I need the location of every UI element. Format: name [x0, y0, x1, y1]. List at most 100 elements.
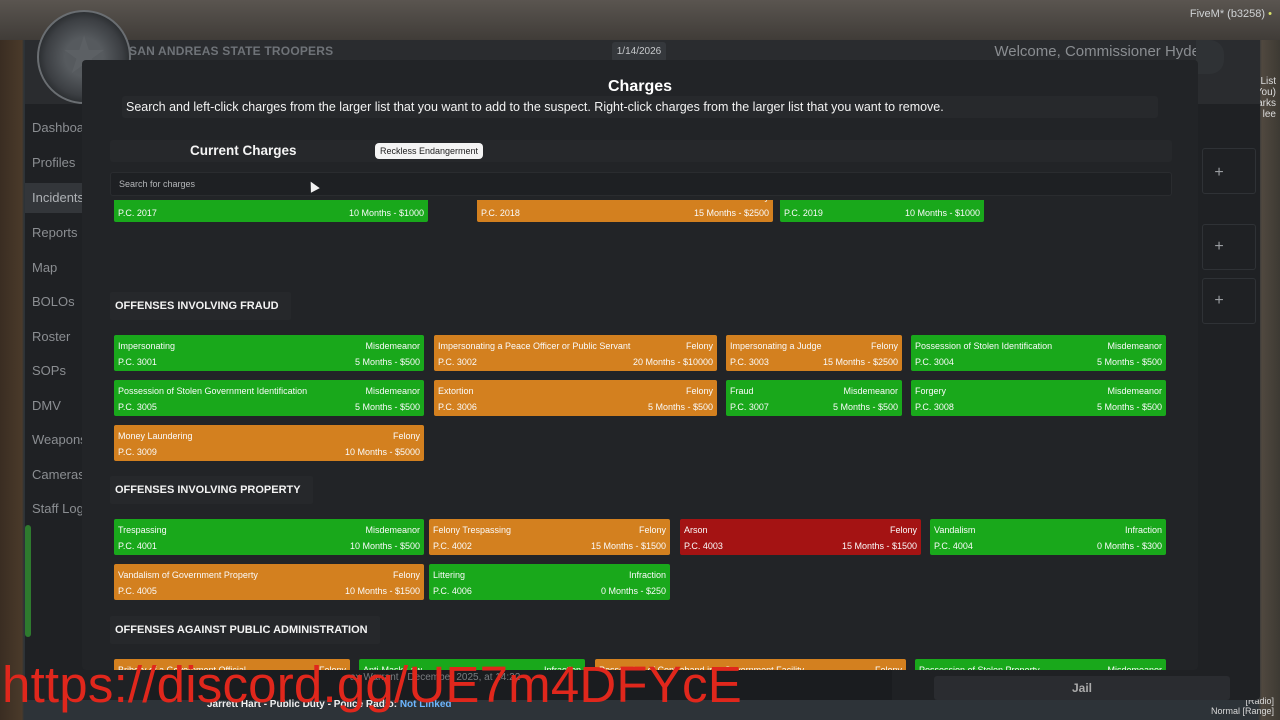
charge-card-bottom-row: P.C. 4006 0 Months - $250	[433, 583, 666, 599]
charge-card-top-row: Fraud Misdemeanor	[730, 383, 898, 399]
charge-code: P.C. 3006	[438, 402, 477, 412]
charge-penalty: 10 Months - $500	[349, 541, 420, 551]
charge-card-p-c-2017[interactable]: MisdemeanorP.C. 201710 Months - $1000	[114, 200, 428, 222]
charge-card-forgery[interactable]: Forgery Misdemeanor P.C. 3008 5 Months - $5…	[911, 380, 1166, 416]
charge-code: P.C. 4002	[433, 541, 472, 551]
charge-class: Felony	[638, 525, 666, 535]
charge-penalty: 0 Months - $300	[1096, 541, 1162, 551]
charges-list[interactable]: Misdemeanor P.C. 2017 10 Months - $1000 Fel…	[110, 200, 1172, 670]
charge-card-top-row: Littering Infraction	[433, 567, 666, 583]
sidebar-item-incidents[interactable]: Incidents	[25, 183, 83, 213]
sidebar-item-sops[interactable]: SOPs	[25, 356, 83, 386]
current-charges-label: Current Charges	[190, 143, 297, 158]
add-plus-button[interactable]: +	[1212, 165, 1226, 181]
sidebar-item-bolos[interactable]: BOLOs	[25, 287, 83, 317]
sidebar-item-roster[interactable]: Roster	[25, 322, 83, 352]
charge-penalty: 5 Months - $500	[1096, 402, 1162, 412]
sidebar-item-dashboard[interactable]: Dashboard	[25, 113, 83, 143]
charge-card-vandalism[interactable]: Vandalism Infraction P.C. 4004 0 Months - $…	[930, 519, 1166, 555]
charge-code: P.C. 4004	[934, 541, 973, 551]
charge-penalty: 5 Months - $500	[1096, 357, 1162, 367]
profile-pill-button[interactable]	[1196, 40, 1224, 74]
sidebar-item-weapons[interactable]: Weapons	[25, 425, 83, 455]
sidebar-item-map[interactable]: Map	[25, 253, 83, 283]
modal-instructions: Search and left-click charges from the l…	[122, 96, 1158, 118]
charge-name: Money Laundering	[118, 431, 193, 441]
charge-class: Felony	[392, 570, 420, 580]
charge-card-impersonating[interactable]: Impersonating Misdemeanor P.C. 3001 5 Month…	[114, 335, 424, 371]
charge-penalty: 10 Months - $1500	[344, 586, 420, 596]
charge-card-p-c-2018[interactable]: FelonyP.C. 201815 Months - $2500	[477, 200, 773, 222]
charge-name: Littering	[433, 570, 466, 580]
charge-card-extortion[interactable]: Extortion Felony P.C. 3006 5 Months - $500	[434, 380, 717, 416]
charge-search-input[interactable]	[110, 172, 1172, 196]
status-dot-icon: •	[1268, 8, 1272, 20]
charge-card-bottom-row: P.C. 3004 5 Months - $500	[915, 354, 1162, 370]
charge-class: Felony	[685, 386, 713, 396]
charge-name: Possession of Stolen Identification	[915, 341, 1053, 351]
charge-code: P.C. 3003	[730, 357, 769, 367]
right-panel-card	[1202, 148, 1256, 194]
charge-card-bottom-row: P.C. 3009 10 Months - $5000	[118, 444, 420, 460]
charge-card-impersonating-a-peace-officer-or-public-servant[interactable]: Impersonating a Peace Officer or Public …	[434, 335, 717, 371]
welcome-message: Welcome, Commissioner Hyde	[994, 43, 1200, 60]
charge-card-vandalism-of-government-property[interactable]: Vandalism of Government Property Felony P.…	[114, 564, 424, 600]
charge-card-top-row: Impersonating Misdemeanor	[118, 338, 420, 354]
charge-penalty: 5 Months - $500	[832, 402, 898, 412]
charge-penalty: 5 Months - $500	[647, 402, 713, 412]
charge-card-top-row: Possession of Stolen Identification Misde…	[915, 338, 1162, 354]
sidebar-item-reports[interactable]: Reports	[25, 218, 83, 248]
charge-card-fraud[interactable]: Fraud Misdemeanor P.C. 3007 5 Months - $500	[726, 380, 902, 416]
charge-card-bottom-row: P.C. 3001 5 Months - $500	[118, 354, 420, 370]
charge-name: Extortion	[438, 386, 474, 396]
charge-card-felony-trespassing[interactable]: Felony Trespassing Felony P.C. 4002 15 Mont…	[429, 519, 670, 555]
charge-card-money-laundering[interactable]: Money Laundering Felony P.C. 3009 10 Months…	[114, 425, 424, 461]
charge-card-arson[interactable]: Arson Felony P.C. 4003 15 Months - $1500	[680, 519, 921, 555]
modal-title: Charges	[607, 78, 673, 95]
charges-modal: Charges Search and left-click charges fr…	[82, 60, 1198, 670]
charge-class: Misdemeanor	[843, 386, 898, 396]
sidebar-item-dmv[interactable]: DMV	[25, 391, 83, 421]
add-plus-button[interactable]: +	[1212, 239, 1226, 255]
jail-button[interactable]: Jail	[934, 676, 1230, 700]
charge-class: Misdemeanor	[1107, 386, 1162, 396]
charge-penalty: 15 Months - $1500	[590, 541, 666, 551]
charge-code: P.C. 4001	[118, 541, 157, 551]
charge-card-possession-of-stolen-identification[interactable]: Possession of Stolen Identification Misde…	[911, 335, 1166, 371]
charge-card-littering[interactable]: Littering Infraction P.C. 4006 0 Months - $…	[429, 564, 670, 600]
charge-class: Misdemeanor	[1107, 665, 1162, 670]
voice-line: Normal [Range]	[1210, 706, 1274, 716]
charge-penalty: 20 Months - $10000	[632, 357, 713, 367]
charge-card-top-row: Extortion Felony	[438, 383, 713, 399]
charge-class: Misdemeanor	[365, 386, 420, 396]
status-strip	[25, 525, 31, 637]
add-plus-button[interactable]: +	[1212, 293, 1226, 309]
charge-name: Impersonating a Peace Officer or Public …	[438, 341, 631, 351]
charge-card-trespassing[interactable]: Trespassing Misdemeanor P.C. 4001 10 Months…	[114, 519, 424, 555]
charge-code: P.C. 3002	[438, 357, 477, 367]
charge-card-top-row: Vandalism of Government Property Felony	[118, 567, 420, 583]
sidebar-item-cameras[interactable]: Cameras	[25, 460, 83, 490]
charge-card-impersonating-a-judge[interactable]: Impersonating a Judge Felony P.C. 3003 15 M…	[726, 335, 902, 371]
charge-class: Infraction	[628, 570, 666, 580]
charge-card-possession-of-stolen-property[interactable]: Possession of Stolen Property Misdemeanor…	[915, 659, 1166, 670]
charge-class: Felony	[889, 525, 917, 535]
charge-card-bottom-row: P.C. 3005 5 Months - $500	[118, 399, 420, 415]
sidebar-item-staff-logs[interactable]: Staff Logs	[25, 494, 83, 524]
charge-name: Impersonating a Judge	[730, 341, 822, 351]
charge-card-top-row: Felony Trespassing Felony	[433, 522, 666, 538]
charge-class: Infraction	[1124, 525, 1162, 535]
charge-penalty: 5 Months - $500	[354, 357, 420, 367]
charge-card-possession-of-stolen-government-identification[interactable]: Possession of Stolen Government Identifi…	[114, 380, 424, 416]
charge-class: Felony	[874, 665, 902, 670]
charge-card-p-c-2019[interactable]: MisdemeanorP.C. 201910 Months - $1000	[780, 200, 984, 222]
charge-penalty: 5 Months - $500	[354, 402, 420, 412]
charge-name: Felony Trespassing	[433, 525, 512, 535]
category-header-offenses-against-public-administration: OFFENSES AGAINST PUBLIC ADMINISTRATION	[110, 616, 380, 644]
current-charge-chip[interactable]: Reckless Endangerment	[375, 143, 484, 159]
charge-card-top-row: Possession of Stolen Government Identifi…	[118, 383, 420, 399]
charge-code: P.C. 3008	[915, 402, 954, 412]
sidebar-item-profiles[interactable]: Profiles	[25, 148, 83, 178]
charge-class: Felony	[685, 341, 713, 351]
mdt-sidebar: Dashboard Profiles Incidents Reports Map…	[25, 108, 83, 708]
